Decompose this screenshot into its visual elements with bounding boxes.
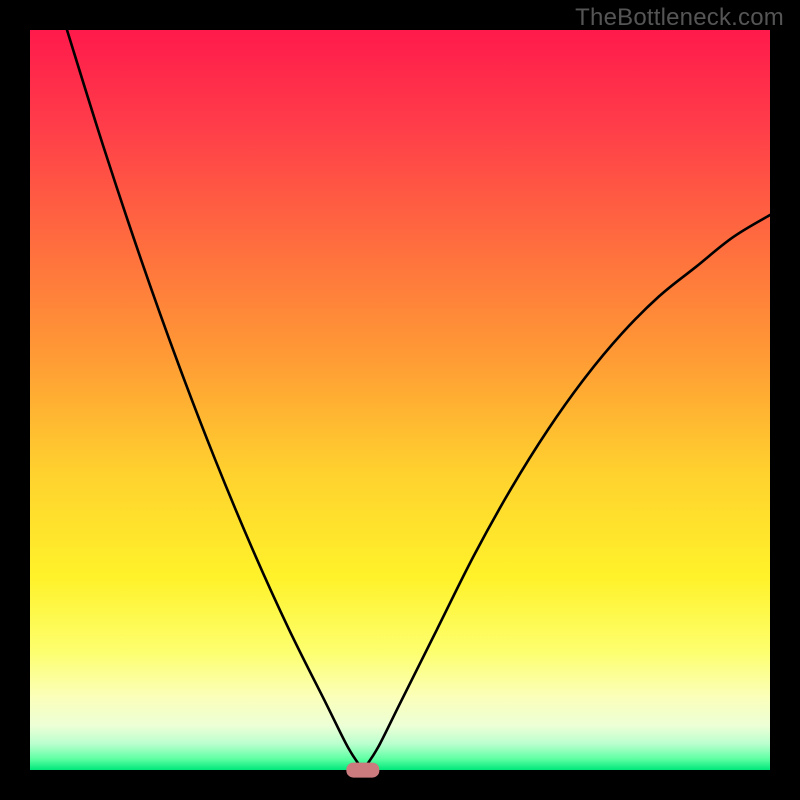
bottleneck-curve bbox=[30, 30, 770, 770]
chart-frame: TheBottleneck.com bbox=[0, 0, 800, 800]
curve-right-branch bbox=[363, 215, 770, 770]
curve-left-branch bbox=[67, 30, 363, 770]
minimum-marker bbox=[346, 763, 379, 778]
watermark-text: TheBottleneck.com bbox=[575, 4, 784, 32]
plot-area bbox=[30, 30, 770, 770]
